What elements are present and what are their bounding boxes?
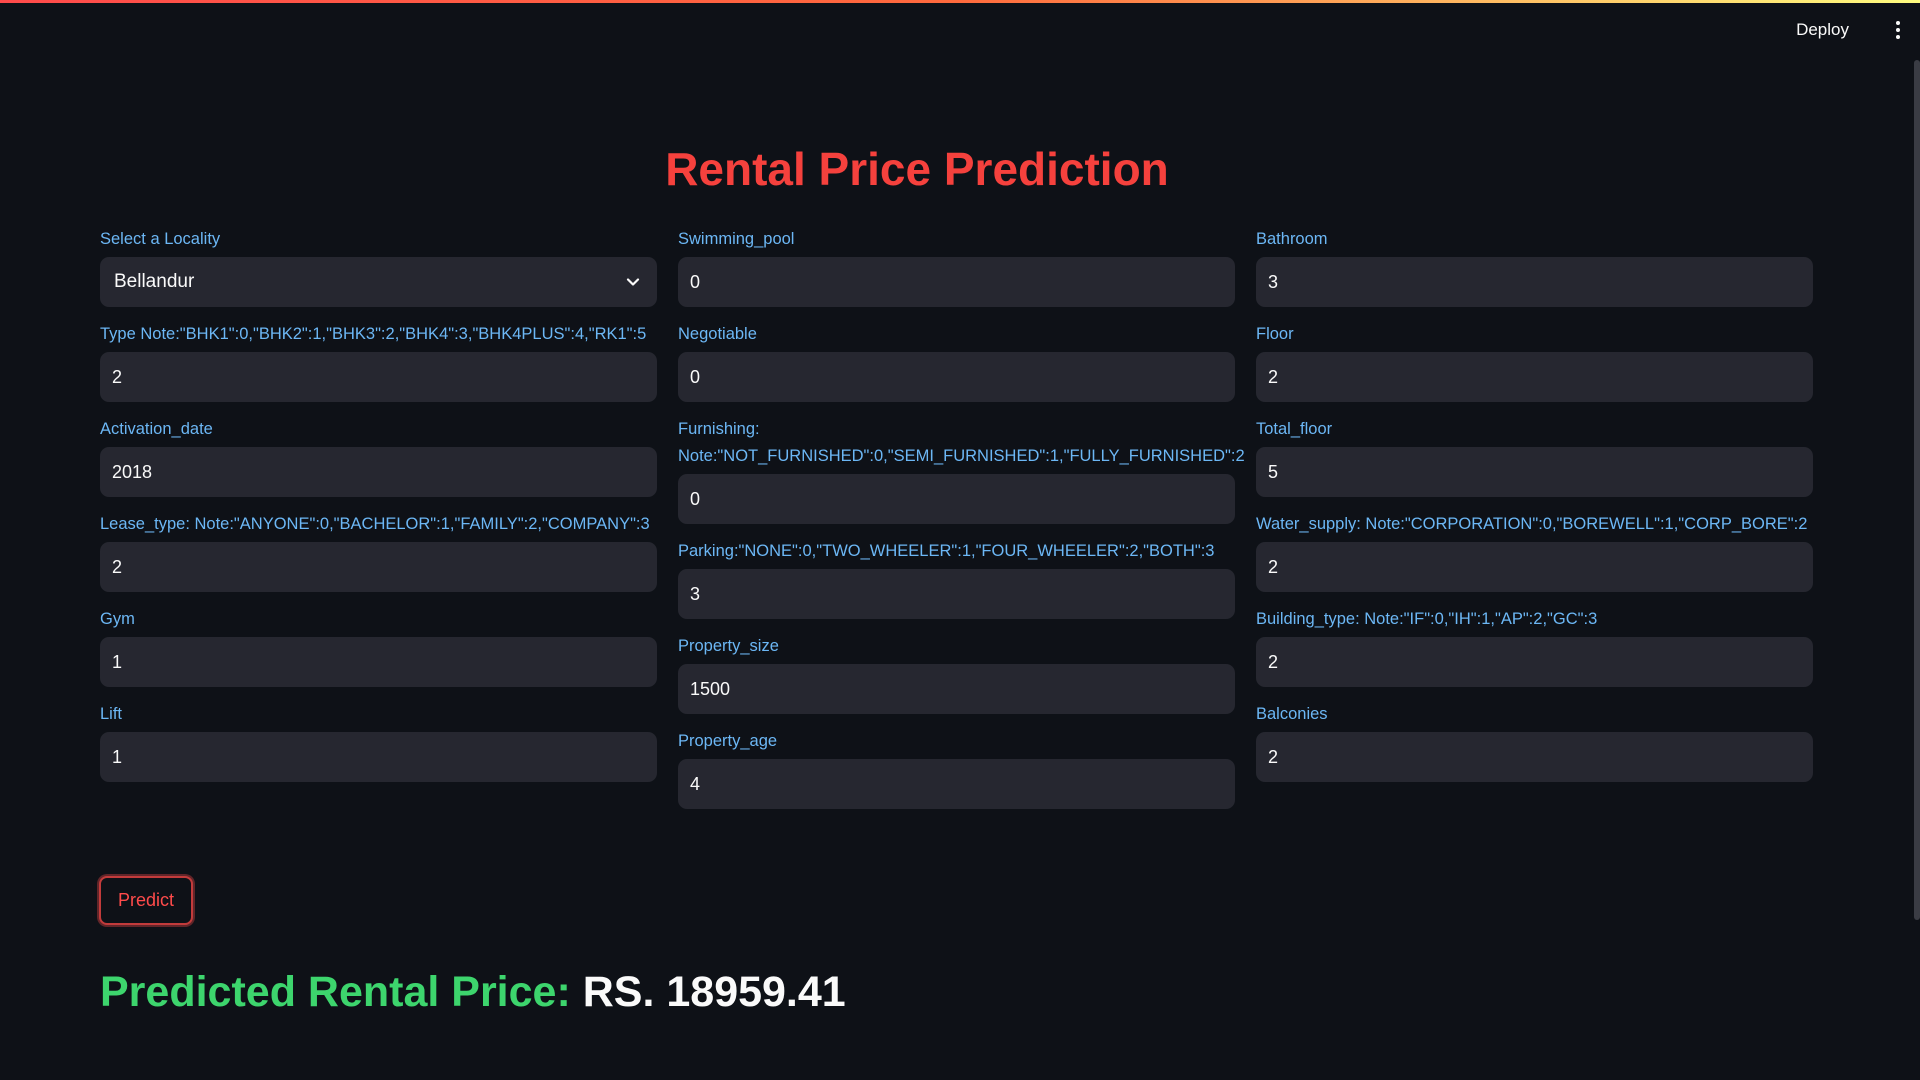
menu-dot — [1896, 28, 1900, 32]
gym-field: Gym 1 — [100, 606, 657, 687]
property-age-field: Property_age 4 — [678, 728, 1235, 809]
furnishing-input[interactable]: 0 — [678, 474, 1235, 524]
gym-input[interactable]: 1 — [100, 637, 657, 687]
lift-label: Lift — [100, 705, 123, 723]
gym-label: Gym — [100, 610, 135, 628]
balconies-field: Balconies 2 — [1256, 701, 1813, 782]
locality-selected-value: Bellandur — [114, 271, 195, 292]
menu-dot — [1896, 21, 1900, 25]
lease-type-input[interactable]: 2 — [100, 542, 657, 592]
water-supply-field: Water_supply: Note:"CORPORATION":0,"BORE… — [1256, 511, 1813, 592]
floor-field: Floor 2 — [1256, 321, 1813, 402]
property-age-input[interactable]: 4 — [678, 759, 1235, 809]
balconies-label: Balconies — [1256, 705, 1328, 723]
form-column-1: Select a Locality Bellandur Type Note:"B… — [100, 226, 657, 823]
parking-label: Parking:"NONE":0,"TWO_WHEELER":1,"FOUR_W… — [678, 542, 1215, 560]
activation-date-field: Activation_date 2018 — [100, 416, 657, 497]
property-size-input[interactable]: 1500 — [678, 664, 1235, 714]
negotiable-input[interactable]: 0 — [678, 352, 1235, 402]
prediction-result: Predicted Rental Price: RS. 18959.41 — [100, 968, 846, 1017]
building-type-input[interactable]: 2 — [1256, 637, 1813, 687]
form-column-3: Bathroom 3 Floor 2 Total_floor 5 Water_s… — [1256, 226, 1813, 823]
result-label: Predicted Rental Price: — [100, 968, 571, 1016]
deploy-button[interactable]: Deploy — [1786, 17, 1859, 43]
total-floor-input[interactable]: 5 — [1256, 447, 1813, 497]
furnishing-label: Furnishing: Note:"NOT_FURNISHED":0,"SEMI… — [678, 420, 1245, 465]
locality-select[interactable]: Bellandur — [100, 257, 657, 307]
swimming-pool-input[interactable]: 0 — [678, 257, 1235, 307]
lift-field: Lift 1 — [100, 701, 657, 782]
furnishing-field: Furnishing: Note:"NOT_FURNISHED":0,"SEMI… — [678, 416, 1245, 524]
swimming-pool-label: Swimming_pool — [678, 230, 795, 248]
swimming-pool-field: Swimming_pool 0 — [678, 226, 1235, 307]
predict-button[interactable]: Predict — [99, 876, 193, 925]
building-type-label: Building_type: Note:"IF":0,"IH":1,"AP":2… — [1256, 610, 1598, 628]
bathroom-label: Bathroom — [1256, 230, 1328, 248]
bathroom-input[interactable]: 3 — [1256, 257, 1813, 307]
balconies-input[interactable]: 2 — [1256, 732, 1813, 782]
total-floor-field: Total_floor 5 — [1256, 416, 1813, 497]
app-header: Deploy — [0, 0, 1920, 60]
lease-type-field: Lease_type: Note:"ANYONE":0,"BACHELOR":1… — [100, 511, 657, 592]
total-floor-label: Total_floor — [1256, 420, 1333, 438]
type-label: Type Note:"BHK1":0,"BHK2":1,"BHK3":2,"BH… — [100, 325, 647, 343]
negotiable-field: Negotiable 0 — [678, 321, 1235, 402]
parking-input[interactable]: 3 — [678, 569, 1235, 619]
water-supply-input[interactable]: 2 — [1256, 542, 1813, 592]
building-type-field: Building_type: Note:"IF":0,"IH":1,"AP":2… — [1256, 606, 1813, 687]
chevron-down-icon — [626, 278, 640, 286]
property-size-label: Property_size — [678, 637, 779, 655]
floor-input[interactable]: 2 — [1256, 352, 1813, 402]
activation-date-input[interactable]: 2018 — [100, 447, 657, 497]
page-scrollbar[interactable] — [1914, 60, 1920, 920]
lease-type-label: Lease_type: Note:"ANYONE":0,"BACHELOR":1… — [100, 515, 650, 533]
result-value: RS. 18959.41 — [582, 968, 846, 1016]
parking-field: Parking:"NONE":0,"TWO_WHEELER":1,"FOUR_W… — [678, 538, 1235, 619]
property-size-field: Property_size 1500 — [678, 633, 1235, 714]
type-input[interactable]: 2 — [100, 352, 657, 402]
lift-input[interactable]: 1 — [100, 732, 657, 782]
locality-field: Select a Locality Bellandur — [100, 226, 657, 307]
type-field: Type Note:"BHK1":0,"BHK2":1,"BHK3":2,"BH… — [100, 321, 657, 402]
form-column-2: Swimming_pool 0 Negotiable 0 Furnishing:… — [678, 226, 1245, 823]
locality-label: Select a Locality — [100, 230, 221, 248]
more-vertical-icon[interactable] — [1890, 18, 1906, 42]
floor-label: Floor — [1256, 325, 1294, 343]
form-grid: Select a Locality Bellandur Type Note:"B… — [100, 226, 1813, 823]
water-supply-label: Water_supply: Note:"CORPORATION":0,"BORE… — [1256, 515, 1808, 533]
negotiable-label: Negotiable — [678, 325, 757, 343]
page-title: Rental Price Prediction — [665, 143, 1169, 195]
property-age-label: Property_age — [678, 732, 778, 750]
activation-date-label: Activation_date — [100, 420, 213, 438]
bathroom-field: Bathroom 3 — [1256, 226, 1813, 307]
menu-dot — [1896, 35, 1900, 39]
